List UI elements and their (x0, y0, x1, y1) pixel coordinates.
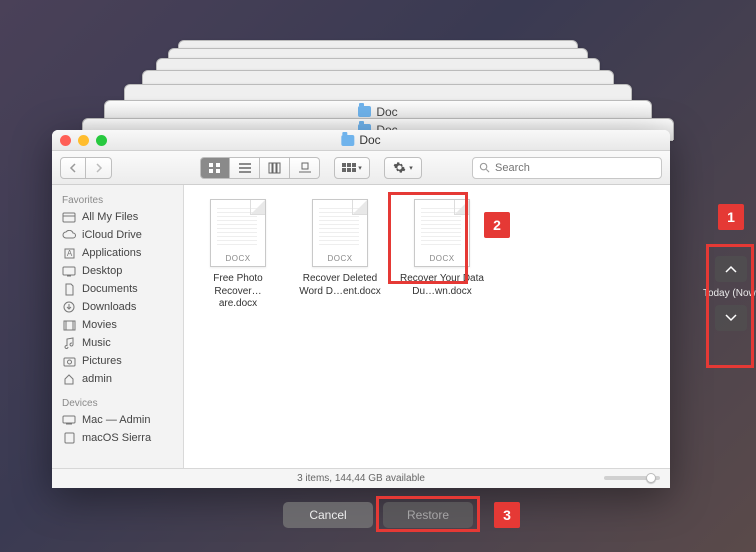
toolbar: ▾ ▾ (52, 151, 670, 185)
annotation-number-2: 2 (484, 212, 510, 238)
file-name: Recover Your Data Du…wn.docx (400, 273, 484, 298)
finder-window: Doc ▾ ▾ Favorites All My Files iCloud Dr… (52, 130, 670, 488)
computer-icon (62, 414, 76, 426)
icon-size-slider[interactable] (604, 476, 660, 480)
docx-icon: DOCX (210, 199, 266, 267)
status-text: 3 items, 144,44 GB available (297, 473, 425, 484)
sidebar-item-label: Downloads (82, 301, 136, 313)
docx-icon: DOCX (312, 199, 368, 267)
sidebar-item-label: All My Files (82, 211, 138, 223)
file-name: Free Photo Recover…are.docx (196, 273, 280, 311)
status-bar: 3 items, 144,44 GB available (52, 468, 670, 488)
sidebar-item-music[interactable]: Music (52, 334, 183, 352)
zoom-icon[interactable] (96, 135, 107, 146)
minimize-icon[interactable] (78, 135, 89, 146)
file-item[interactable]: DOCX Recover Deleted Word D…ent.docx (298, 199, 382, 298)
sidebar-item-label: Movies (82, 319, 117, 331)
action-button[interactable]: ▾ (384, 157, 422, 179)
documents-icon (62, 283, 76, 295)
sidebar: Favorites All My Files iCloud Drive A App… (52, 185, 184, 468)
window-controls (60, 135, 107, 146)
cancel-button[interactable]: Cancel (283, 502, 373, 528)
annotation-number-1: 1 (718, 204, 744, 230)
annotation-number-3: 3 (494, 502, 520, 528)
forward-button[interactable] (86, 157, 112, 179)
sidebar-item-admin[interactable]: admin (52, 370, 183, 388)
sidebar-item-label: Pictures (82, 355, 122, 367)
restore-button[interactable]: Restore (383, 502, 473, 528)
sidebar-item-applications[interactable]: A Applications (52, 244, 183, 262)
folder-icon (341, 135, 354, 146)
applications-icon: A (62, 247, 76, 259)
file-item[interactable]: DOCX Recover Your Data Du…wn.docx (400, 199, 484, 298)
timeline-label: Today (Now) (703, 288, 756, 299)
cloud-icon (62, 229, 76, 241)
sidebar-item-desktop[interactable]: Desktop (52, 262, 183, 280)
sidebar-item-label: Applications (82, 247, 141, 259)
music-icon (62, 337, 76, 349)
view-coverflow-button[interactable] (290, 157, 320, 179)
timeline-prev-button[interactable] (715, 256, 747, 282)
sidebar-item-all-my-files[interactable]: All My Files (52, 208, 183, 226)
arrange-button[interactable]: ▾ (334, 157, 370, 179)
sidebar-item-movies[interactable]: Movies (52, 316, 183, 334)
sidebar-item-label: Desktop (82, 265, 122, 277)
sidebar-item-label: admin (82, 373, 112, 385)
sidebar-item-label: Music (82, 337, 111, 349)
sidebar-item-icloud[interactable]: iCloud Drive (52, 226, 183, 244)
docx-icon: DOCX (414, 199, 470, 267)
timeline-nav: Today (Now) (714, 256, 748, 331)
window-title: Doc (359, 133, 380, 147)
sidebar-item-pictures[interactable]: Pictures (52, 352, 183, 370)
stacked-window-title: Doc (376, 105, 397, 119)
sidebar-item-label: Mac — Admin (82, 414, 150, 426)
sidebar-item-macos[interactable]: macOS Sierra (52, 429, 183, 447)
disk-icon (62, 432, 76, 444)
pictures-icon (62, 355, 76, 367)
file-browser[interactable]: DOCX Free Photo Recover…are.docx DOCX Re… (184, 185, 670, 468)
sidebar-item-mac[interactable]: Mac — Admin (52, 411, 183, 429)
sidebar-item-label: iCloud Drive (82, 229, 142, 241)
view-icons-button[interactable] (200, 157, 230, 179)
sidebar-section-favorites: Favorites (52, 191, 183, 208)
close-icon[interactable] (60, 135, 71, 146)
sidebar-item-label: macOS Sierra (82, 432, 151, 444)
titlebar[interactable]: Doc (52, 130, 670, 151)
view-columns-button[interactable] (260, 157, 290, 179)
downloads-icon (62, 301, 76, 313)
back-button[interactable] (60, 157, 86, 179)
sidebar-item-downloads[interactable]: Downloads (52, 298, 183, 316)
file-item[interactable]: DOCX Free Photo Recover…are.docx (196, 199, 280, 311)
search-input[interactable] (495, 162, 655, 174)
movies-icon (62, 319, 76, 331)
desktop-icon (62, 265, 76, 277)
all-files-icon (62, 211, 76, 223)
home-icon (62, 373, 76, 385)
sidebar-section-devices: Devices (52, 394, 183, 411)
sidebar-item-documents[interactable]: Documents (52, 280, 183, 298)
svg-text:A: A (66, 249, 72, 258)
sidebar-item-label: Documents (82, 283, 138, 295)
file-name: Recover Deleted Word D…ent.docx (298, 273, 382, 298)
search-field[interactable] (472, 157, 662, 179)
timeline-next-button[interactable] (715, 305, 747, 331)
search-icon (479, 162, 490, 173)
folder-icon (358, 106, 371, 117)
view-list-button[interactable] (230, 157, 260, 179)
